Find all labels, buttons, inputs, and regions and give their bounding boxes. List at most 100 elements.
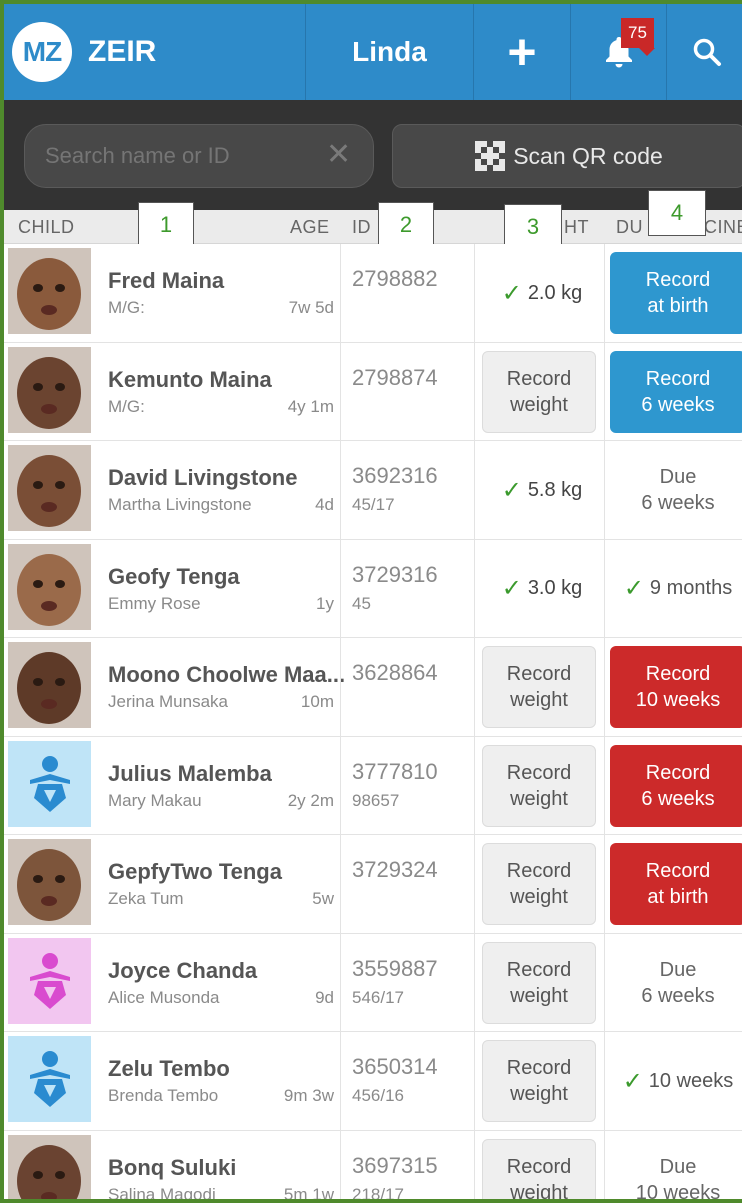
child-row[interactable]: David Livingstone Martha Livingstone 4d 369…	[4, 441, 742, 540]
vaccine-given-label: 10 weeks	[648, 1069, 734, 1092]
record-weight-button[interactable]: Record weight	[482, 941, 596, 1024]
weight-value: 2.0 kg	[527, 281, 583, 304]
child-register-number: 45/17	[352, 495, 395, 514]
column-divider	[340, 1032, 341, 1130]
column-divider	[474, 1130, 475, 1199]
guardian-name: Mary Makau	[108, 790, 202, 810]
brand-area[interactable]: MZ ZEIR	[4, 4, 306, 100]
baby-photo	[8, 543, 91, 630]
vaccine-given-label: 9 months	[649, 577, 733, 599]
weight-value: 5.8 kg	[527, 478, 583, 501]
child-name: Moono Choolwe Maa...	[108, 662, 346, 687]
search-input[interactable]	[24, 124, 374, 188]
magnifier-icon	[693, 38, 721, 66]
child-row[interactable]: Joyce Chanda Alice Musonda 9d 3559887 546/17…	[4, 933, 742, 1032]
child-name: Joyce Chanda	[108, 957, 258, 983]
child-row[interactable]: Moono Choolwe Maa... Jerina Munsaka 10m 362…	[4, 638, 742, 737]
child-name: Kemunto Maina	[108, 366, 272, 392]
app-name: ZEIR	[88, 35, 157, 68]
guardian-name: Zeka Tum	[108, 889, 184, 908]
child-register-number: 45	[352, 593, 371, 613]
record-weight-button[interactable]: Record weight	[482, 1040, 596, 1122]
record-weight-button[interactable]: Record weight	[482, 1138, 596, 1203]
child-row[interactable]: Geofy Tenga Emmy Rose 1y 3729316 45 ✓ 3.0 kg ✓ 9…	[4, 539, 742, 638]
child-row[interactable]: Fred Maina M/G: 7w 5d 2798882 ✓ 2.0 kg Record a…	[4, 244, 742, 343]
column-divider	[340, 835, 341, 933]
guardian-name: Alice Musonda	[108, 987, 220, 1007]
record-vaccine-button[interactable]: Record 6 weeks	[610, 744, 742, 827]
column-divider	[474, 342, 475, 440]
record-weight-label: Record weight	[506, 367, 572, 416]
child-row[interactable]: Bonq Suluki Salina Magodi 5m 1w 3697315 218/…	[4, 1130, 742, 1203]
child-id: 3628864	[352, 660, 438, 685]
column-due-vaccine-start[interactable]: DU	[616, 217, 643, 238]
column-age[interactable]: AGE	[290, 217, 330, 238]
column-divider	[474, 638, 475, 736]
scan-qr-label: Scan QR code	[513, 142, 663, 169]
column-divider	[604, 1032, 605, 1130]
callout-1: 1	[138, 202, 194, 248]
search-button[interactable]	[667, 4, 742, 100]
column-divider	[340, 539, 341, 637]
record-weight-button[interactable]: Record weight	[482, 843, 596, 925]
child-age: 10m	[300, 692, 334, 711]
column-divider	[474, 835, 475, 933]
record-weight-button[interactable]: Record weight	[482, 350, 596, 433]
child-age: 9d	[315, 987, 334, 1007]
guardian-name: Emmy Rose	[108, 593, 201, 613]
column-child[interactable]: CHILD	[18, 217, 75, 238]
child-age: 9m 3w	[283, 1086, 334, 1105]
scan-qr-button[interactable]: Scan QR code	[392, 124, 742, 188]
current-user-button[interactable]: Linda	[306, 4, 474, 100]
boy-avatar-icon	[8, 740, 91, 827]
vaccine-due-label: Due 6 weeks	[641, 958, 715, 1007]
column-weight[interactable]: HT	[564, 217, 589, 238]
child-age: 5m 1w	[283, 1184, 334, 1203]
record-vaccine-button[interactable]: Record at birth	[610, 252, 742, 334]
column-divider	[340, 441, 341, 539]
column-id[interactable]: ID	[352, 217, 371, 238]
record-weight-label: Record weight	[506, 761, 572, 810]
record-vaccine-button[interactable]: Record 10 weeks	[610, 646, 742, 728]
child-row[interactable]: GepfyTwo Tenga Zeka Tum 5w 3729324 Record wei…	[4, 835, 742, 934]
child-id: 3650314	[352, 1054, 438, 1079]
vaccine-due-status[interactable]: Due 6 weeks	[610, 942, 742, 1024]
weight-recorded: ✓ 2.0 kg	[474, 244, 610, 342]
callout-4: 4	[648, 190, 706, 236]
check-icon: ✓	[501, 279, 522, 307]
column-due-vaccine-end[interactable]: CINE	[704, 217, 742, 238]
vaccine-due-label: Due 6 weeks	[641, 466, 715, 514]
baby-photo	[8, 346, 91, 433]
child-id: 3777810	[352, 758, 438, 784]
vaccine-due-status[interactable]: Due 6 weeks	[610, 449, 742, 531]
record-vaccine-label: Record 6 weeks	[641, 367, 715, 416]
child-id: 2798874	[352, 364, 438, 390]
close-icon[interactable]: ✕	[326, 140, 351, 170]
child-id: 3729316	[352, 561, 438, 587]
vaccine-given: ✓ 10 weeks	[610, 1032, 742, 1130]
child-register-number: 98657	[352, 790, 400, 810]
child-id: 2798882	[352, 266, 438, 291]
child-register-number: 218/17	[352, 1184, 404, 1203]
record-vaccine-button[interactable]: Record 6 weeks	[610, 350, 742, 433]
child-row[interactable]: Zelu Tembo Brenda Tembo 9m 3w 3650314 456/16…	[4, 1032, 742, 1131]
column-divider	[604, 933, 605, 1031]
record-weight-button[interactable]: Record weight	[482, 744, 596, 827]
baby-photo	[8, 248, 91, 334]
check-icon: ✓	[622, 1067, 643, 1095]
record-vaccine-button[interactable]: Record at birth	[610, 843, 742, 925]
notifications-button[interactable]: 75	[571, 4, 667, 100]
child-register-number: 456/16	[352, 1086, 404, 1105]
vaccine-due-status[interactable]: Due 10 weeks	[610, 1139, 742, 1200]
child-row[interactable]: Kemunto Maina M/G: 4y 1m 2798874 Record weigh…	[4, 342, 742, 441]
child-age: 1y	[316, 593, 334, 613]
record-weight-label: Record weight	[506, 1155, 572, 1203]
child-name: Zelu Tembo	[108, 1056, 230, 1081]
child-id: 3729324	[352, 857, 438, 882]
child-row[interactable]: Julius Malemba Mary Makau 2y 2m 3777810 9865…	[4, 736, 742, 835]
record-vaccine-label: Record 10 weeks	[635, 663, 721, 711]
add-child-button[interactable]: +	[474, 4, 571, 100]
child-register-number: 546/17	[352, 987, 404, 1007]
record-weight-button[interactable]: Record weight	[482, 646, 596, 728]
child-id: 3559887	[352, 955, 438, 981]
